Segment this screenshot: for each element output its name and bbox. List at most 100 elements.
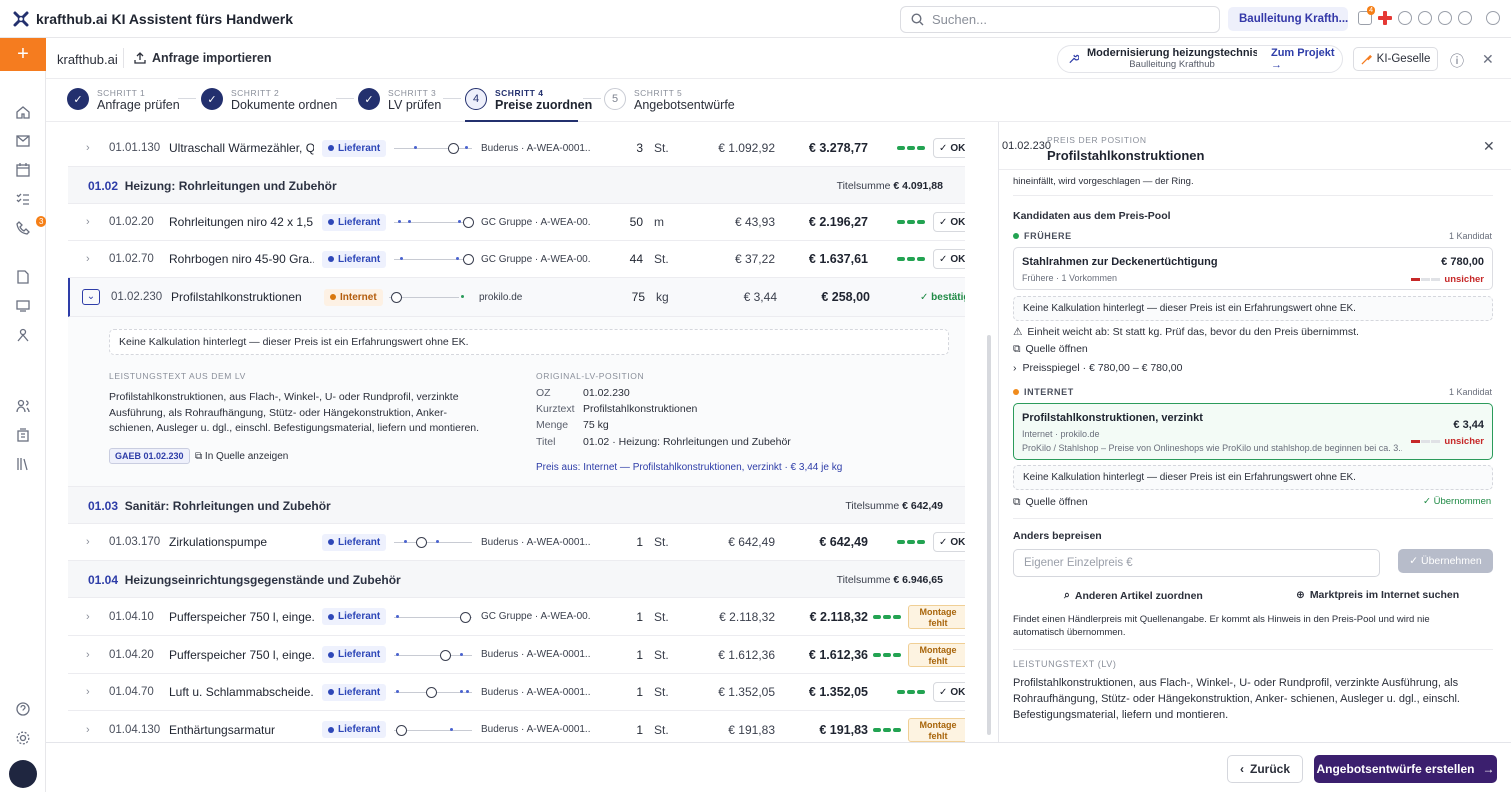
ok-button[interactable]: ✓ OK: [933, 249, 965, 269]
close-icon[interactable]: ✕: [1482, 51, 1494, 71]
candidate-card-selected[interactable]: Profilstahlkonstruktionen, verzinkt Inte…: [1013, 403, 1493, 460]
montage-missing-label: Montage fehlt: [919, 606, 957, 628]
table-row[interactable]: › 01.02.20 Rohrleitungen niro 42 x 1,5..…: [68, 204, 965, 241]
settings-gear-icon[interactable]: [15, 730, 31, 746]
table-scrollbar[interactable]: [987, 335, 991, 735]
user-avatar[interactable]: [9, 760, 37, 788]
montage-missing-badge[interactable]: Montage fehlt: [908, 642, 965, 667]
step-3[interactable]: ✓ SCHRITT 3 LV prüfen: [358, 87, 441, 111]
adopt-button[interactable]: ✓ Übernehmen: [1398, 549, 1493, 573]
help-icon[interactable]: [1418, 11, 1432, 25]
external-link-icon: ⧉: [1013, 343, 1021, 355]
show-in-source-link[interactable]: ⧉ In Quelle anzeigen: [195, 451, 288, 462]
row-unit: St.: [654, 141, 669, 155]
add-button[interactable]: +: [0, 38, 46, 71]
chevron-right-icon[interactable]: ›: [86, 253, 90, 265]
table-row[interactable]: › 01.04.20 Pufferspeicher 750 l, einge..…: [68, 636, 965, 674]
price-range-slider[interactable]: [394, 686, 472, 698]
price-range-slider[interactable]: [394, 253, 474, 265]
gaeb-badge[interactable]: GAEB 01.02.230: [109, 448, 190, 464]
mail-icon[interactable]: [15, 133, 31, 149]
own-unit-price-input[interactable]: Eigener Einzelpreis €: [1013, 549, 1380, 577]
price-range-slider[interactable]: [394, 142, 472, 154]
price-range-slider[interactable]: [394, 724, 472, 736]
chevron-right-icon[interactable]: ›: [86, 686, 90, 698]
globe-icon[interactable]: [1486, 11, 1500, 25]
ok-button[interactable]: ✓ OK: [933, 532, 965, 552]
table-row[interactable]: › 01.03.170 Zirkulationspumpe Lieferant …: [68, 524, 965, 561]
search-input[interactable]: Suchen...: [900, 6, 1220, 33]
table-row[interactable]: › 01.04.130 Enthärtungsarmatur Lieferant…: [68, 711, 965, 742]
chevron-right-icon[interactable]: ›: [86, 142, 90, 154]
price-mirror-toggle[interactable]: › Preisspiegel · € 780,00 – € 780,00: [1013, 362, 1182, 374]
table-row[interactable]: › 01.04.70 Luft u. Schlammabscheide... L…: [68, 674, 965, 711]
table-row[interactable]: › 01.02.70 Rohrbogen niro 45-90 Gra... L…: [68, 241, 965, 278]
org-switcher[interactable]: Baulleitung Krafth...: [1228, 7, 1348, 31]
divider: [1013, 195, 1493, 196]
candidate-name: Profilstahlkonstruktionen, verzinkt: [1022, 412, 1203, 424]
price-range-slider[interactable]: [394, 216, 474, 228]
table-row-selected[interactable]: ⌄ 01.02.230 Profilstahlkonstruktionen In…: [68, 278, 965, 317]
create-drafts-button[interactable]: Angebotsentwürfe erstellen →: [1314, 755, 1497, 783]
notifications-icon[interactable]: 4: [1358, 6, 1375, 25]
table-row[interactable]: › 01.04.10 Pufferspeicher 750 l, einge..…: [68, 598, 965, 636]
chevron-right-icon[interactable]: ›: [86, 536, 90, 548]
search-market-price-button[interactable]: ⊕ Marktpreis im Internet suchen: [1296, 589, 1459, 601]
step-4[interactable]: 4 SCHRITT 4 Preise zuordnen: [465, 87, 592, 111]
check-icon: ✓: [939, 216, 948, 228]
calls-icon[interactable]: 3: [15, 216, 47, 236]
tasks-icon[interactable]: [15, 191, 31, 207]
chevron-right-icon[interactable]: ›: [86, 216, 90, 228]
price-range-slider[interactable]: [394, 611, 472, 623]
ok-button[interactable]: ✓ OK: [933, 682, 965, 702]
search-icon: [911, 13, 924, 26]
document-icon[interactable]: [15, 269, 31, 285]
price-panel: 01.02.230 PREIS DER POSITION Profilstahl…: [998, 122, 1511, 742]
project-pill[interactable]: Modernisierung heizungstechnisc... Baulle…: [1057, 45, 1343, 73]
group-header[interactable]: 01.02 Heizung: Rohrleitungen und Zubehör…: [68, 167, 965, 204]
contacts-icon[interactable]: [15, 398, 31, 414]
step-1[interactable]: ✓ SCHRITT 1 Anfrage prüfen: [67, 87, 180, 111]
go-to-project-link[interactable]: Zum Projekt →: [1271, 47, 1342, 71]
help-icon[interactable]: ⓘ: [1450, 51, 1464, 71]
ki-geselle-button[interactable]: KI-Geselle: [1353, 47, 1438, 71]
calendar-icon[interactable]: [15, 162, 31, 178]
ok-button[interactable]: ✓ OK: [933, 138, 965, 158]
breadcrumb-brand[interactable]: krafthub.ai: [57, 52, 118, 67]
price-range-slider[interactable]: [394, 536, 472, 548]
candidate-card[interactable]: Stahlrahmen zur Deckenertüchtigung Frühe…: [1013, 247, 1493, 290]
library-icon[interactable]: [15, 456, 31, 472]
row-source: GC Gruppe · A-WEA-00...: [481, 611, 591, 622]
chevron-right-icon[interactable]: ›: [86, 724, 90, 736]
montage-missing-badge[interactable]: Montage fehlt: [908, 717, 965, 742]
settings-icon[interactable]: [1458, 11, 1472, 25]
ok-button[interactable]: ✓ OK: [933, 212, 965, 232]
app-logo[interactable]: krafthub.ai KI Assistent fürs Handwerk: [12, 10, 293, 28]
chevron-right-icon[interactable]: ›: [86, 649, 90, 661]
info-icon[interactable]: [1438, 11, 1452, 25]
status-icon[interactable]: [1398, 11, 1412, 25]
company-icon[interactable]: [15, 427, 31, 443]
open-source-link[interactable]: ⧉ Quelle öffnen: [1013, 343, 1088, 356]
worker-icon[interactable]: [15, 327, 31, 343]
open-source-link[interactable]: ⧉ Quelle öffnen: [1013, 496, 1088, 509]
price-range-slider[interactable]: [394, 649, 472, 661]
chevron-right-icon[interactable]: ›: [86, 611, 90, 623]
close-icon[interactable]: ✕: [1483, 138, 1495, 155]
group-header[interactable]: 01.03 Sanitär: Rohrleitungen und Zubehör…: [68, 487, 965, 524]
back-button[interactable]: ‹ Zurück: [1227, 755, 1303, 783]
home-icon[interactable]: [15, 104, 31, 120]
kv-value: Profilstahlkonstruktionen: [583, 403, 698, 415]
group-header[interactable]: 01.04 Heizungseinrichtungsgegenstände un…: [68, 561, 965, 598]
montage-missing-badge[interactable]: Montage fehlt: [908, 604, 965, 629]
import-request-button[interactable]: Anfrage importieren: [134, 51, 271, 65]
red-cross-icon[interactable]: [1378, 11, 1392, 25]
step-5[interactable]: 5 SCHRITT 5 Angebotsentwürfe: [604, 87, 735, 111]
table-row[interactable]: › 01.01.130 Ultraschall Wärmezähler, Q..…: [68, 130, 965, 167]
chevron-down-icon[interactable]: ⌄: [82, 289, 100, 305]
assign-other-article-button[interactable]: ⌕ Anderen Artikel zuordnen: [1064, 589, 1203, 602]
step-2[interactable]: ✓ SCHRITT 2 Dokumente ordnen: [201, 87, 337, 111]
help-circle-icon[interactable]: [15, 701, 31, 717]
pricing-icon[interactable]: [15, 298, 31, 314]
price-range-slider[interactable]: [389, 291, 467, 303]
